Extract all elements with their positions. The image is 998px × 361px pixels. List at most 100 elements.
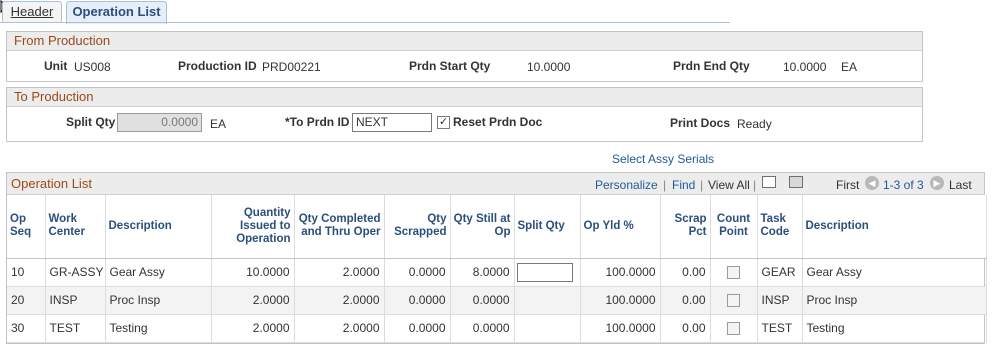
to-production-title: To Production	[7, 88, 922, 107]
operation-table: Op Seq Work Center Description Quantity …	[7, 195, 987, 343]
description-cell: Proc Insp	[105, 286, 212, 315]
table-row: 30 TEST Testing 2.0000 2.0000 0.0000 0.0…	[7, 314, 987, 343]
download-icon[interactable]	[789, 176, 803, 188]
description-cell: Testing	[105, 314, 212, 343]
qty-completed-cell: 2.0000	[294, 258, 385, 287]
qty-still-cell: 0.0000	[450, 314, 515, 343]
qty-issued-cell: 2.0000	[211, 286, 295, 315]
count-point-checkbox	[727, 294, 740, 308]
col-qty-issued[interactable]: Quantity Issued to Operation	[211, 195, 295, 259]
col-op-yld[interactable]: Op Yld %	[580, 195, 661, 259]
task-description-cell: Gear Assy	[802, 258, 987, 287]
col-count-point[interactable]: Count Point	[710, 195, 758, 259]
op-seq-cell: 30	[7, 314, 46, 343]
prdn-start-qty-label: Prdn Start Qty	[409, 59, 491, 73]
zoom-icon[interactable]	[762, 176, 776, 188]
print-docs-label: Print Docs	[670, 116, 731, 130]
col-description[interactable]: Description	[105, 195, 212, 259]
split-qty-field: 0.0000	[117, 113, 202, 132]
split-qty-cell	[514, 314, 581, 343]
qty-completed-cell: 2.0000	[294, 286, 385, 315]
unit-value: US008	[74, 60, 111, 74]
count-point-cell	[710, 314, 758, 343]
unit-label: Unit	[44, 59, 68, 73]
prdn-end-qty-label: Prdn End Qty	[673, 59, 750, 73]
row-range: 1-3 of 3	[883, 178, 924, 192]
reset-prdn-doc-label: Reset Prdn Doc	[453, 115, 543, 129]
op-yld-cell: 100.0000	[580, 258, 661, 287]
task-description-cell: Proc Insp	[802, 286, 987, 315]
split-qty-label: Split Qty	[66, 115, 116, 129]
separator: |	[753, 178, 757, 192]
reset-prdn-doc-checkbox[interactable]: ✓	[437, 116, 450, 129]
col-task-code[interactable]: Task Code	[757, 195, 803, 259]
col-scrap-pct[interactable]: Scrap Pct	[660, 195, 711, 259]
to-production-group: To Production Split Qty 0.0000 EA *To Pr…	[6, 87, 923, 142]
work-center-cell: GR-ASSY	[45, 258, 106, 287]
prdn-start-qty-value: 10.0000	[527, 60, 571, 74]
op-seq-cell: 20	[7, 286, 46, 315]
split-qty-cell	[514, 258, 581, 287]
table-row: 20 INSP Proc Insp 2.0000 2.0000 0.0000 0…	[7, 286, 987, 315]
qty-scrapped-cell: 0.0000	[384, 286, 451, 315]
count-point-checkbox	[727, 322, 740, 336]
split-qty-uom: EA	[210, 117, 227, 131]
qty-still-cell: 0.0000	[450, 286, 515, 315]
work-center-cell: INSP	[45, 286, 106, 315]
qty-completed-cell: 2.0000	[294, 314, 385, 343]
grid-header-bar: Operation List Personalize | Find | View…	[7, 173, 984, 195]
last-label: Last	[949, 178, 972, 192]
col-task-description[interactable]: Description	[802, 195, 987, 259]
separator: |	[700, 178, 704, 192]
from-production-title: From Production	[7, 32, 922, 51]
checkbox-check-icon: ✓	[438, 116, 449, 128]
op-yld-cell: 100.0000	[580, 286, 661, 315]
count-point-checkbox	[727, 266, 740, 280]
personalize-link[interactable]: Personalize	[595, 178, 658, 192]
to-prdn-id-label: *To Prdn ID	[285, 115, 350, 129]
next-arrow-icon[interactable]: ▶	[930, 176, 944, 190]
qty-scrapped-cell: 0.0000	[384, 314, 451, 343]
work-center-cell: TEST	[45, 314, 106, 343]
qty-scrapped-cell: 0.0000	[384, 258, 451, 287]
table-header-row: Op Seq Work Center Description Quantity …	[7, 195, 987, 259]
description-cell: Gear Assy	[105, 258, 212, 287]
scrap-pct-cell: 0.00	[660, 314, 711, 343]
col-split-qty[interactable]: Split Qty	[514, 195, 581, 259]
view-all-link[interactable]: View All	[708, 178, 750, 192]
separator: |	[663, 178, 667, 192]
prdn-end-qty-value: 10.0000	[783, 60, 827, 74]
task-code-cell: INSP	[757, 286, 803, 315]
from-production-group: From Production Unit US008 Production ID…	[6, 31, 923, 82]
col-qty-scrapped[interactable]: Qty Scrapped	[384, 195, 451, 259]
count-point-cell	[710, 258, 758, 287]
select-assy-serials-link[interactable]: Select Assy Serials	[612, 152, 714, 166]
count-point-cell	[710, 286, 758, 315]
production-id-label: Production ID	[178, 59, 257, 73]
qty-issued-cell: 10.0000	[211, 258, 295, 287]
tab-header[interactable]: Header	[2, 1, 62, 23]
split-qty-cell	[514, 286, 581, 315]
first-label: First	[836, 178, 860, 192]
col-qty-completed[interactable]: Qty Completed and Thru Oper	[294, 195, 385, 259]
prdn-end-qty-uom: EA	[841, 60, 858, 74]
task-code-cell: GEAR	[757, 258, 803, 287]
first-arrow-icon[interactable]: ◀	[865, 176, 879, 190]
tab-strip-divider	[0, 22, 730, 23]
print-docs-value: Ready	[737, 117, 772, 131]
col-op-seq[interactable]: Op Seq	[7, 195, 46, 259]
op-yld-cell: 100.0000	[580, 314, 661, 343]
qty-issued-cell: 2.0000	[211, 314, 295, 343]
scrap-pct-cell: 0.00	[660, 286, 711, 315]
op-seq-cell: 10	[7, 258, 46, 287]
to-prdn-id-input[interactable]: NEXT	[352, 113, 432, 132]
grid-title: Operation List	[11, 176, 92, 191]
find-link[interactable]: Find	[672, 178, 695, 192]
col-work-center[interactable]: Work Center	[45, 195, 106, 259]
split-qty-input[interactable]	[516, 262, 573, 282]
qty-still-cell: 8.0000	[450, 258, 515, 287]
tab-operation-list[interactable]: Operation List	[66, 1, 167, 24]
col-qty-still[interactable]: Qty Still at Op	[450, 195, 515, 259]
table-row: 10 GR-ASSY Gear Assy 10.0000 2.0000 0.00…	[7, 258, 987, 287]
task-description-cell: Testing	[802, 314, 987, 343]
